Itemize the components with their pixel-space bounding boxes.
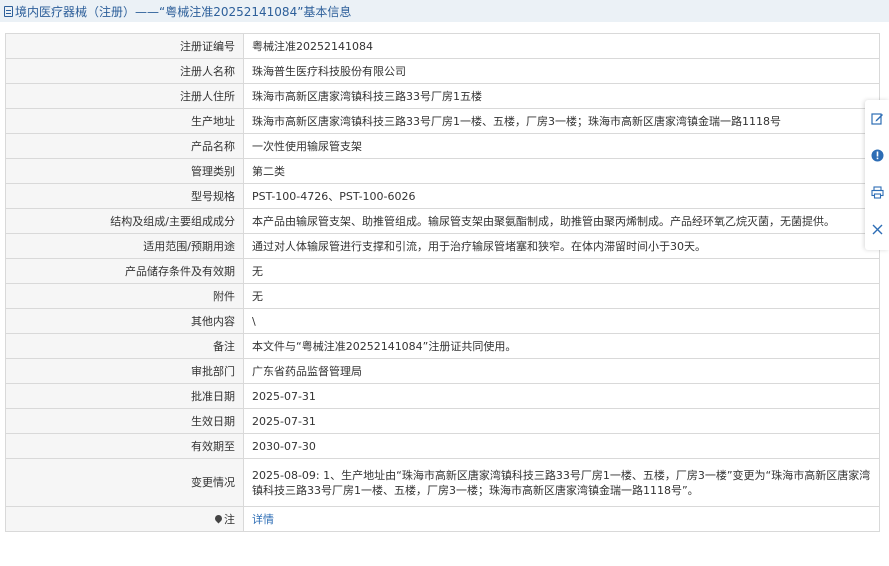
- row-label: 产品储存条件及有效期: [5, 258, 244, 284]
- details-link[interactable]: 详情: [252, 513, 274, 526]
- row-label: 注册人名称: [5, 58, 244, 84]
- row-value: PST-100-4726、PST-100-6026: [243, 183, 880, 209]
- row-label: 批准日期: [5, 383, 244, 409]
- table-row: 其他内容 \: [5, 308, 880, 334]
- document-icon: [4, 5, 13, 17]
- row-label: 有效期至: [5, 433, 244, 459]
- row-value: 无: [243, 283, 880, 309]
- table-row: 管理类别 第二类: [5, 158, 880, 184]
- row-value: 2025-07-31: [243, 408, 880, 434]
- info-icon[interactable]: [871, 149, 884, 162]
- note-label-cell: 注: [5, 506, 244, 532]
- row-label: 备注: [5, 333, 244, 359]
- table-row: 产品储存条件及有效期 无: [5, 258, 880, 284]
- row-value: 2030-07-30: [243, 433, 880, 459]
- table-row: 有效期至 2030-07-30: [5, 433, 880, 459]
- row-label: 产品名称: [5, 133, 244, 159]
- row-value: 广东省药品监督管理局: [243, 358, 880, 384]
- row-label: 结构及组成/主要组成成分: [5, 208, 244, 234]
- note-value-cell: 详情: [243, 506, 880, 532]
- table-row: 附件 无: [5, 283, 880, 309]
- row-value: 2025-07-31: [243, 383, 880, 409]
- row-label: 变更情况: [5, 458, 244, 507]
- table-row: 注册人名称 珠海普生医疗科技股份有限公司: [5, 58, 880, 84]
- row-value: 通过对人体输尿管进行支撑和引流，用于治疗输尿管堵塞和狭窄。在体内滞留时间小于30…: [243, 233, 880, 259]
- row-label: 附件: [5, 283, 244, 309]
- table-row: 产品名称 一次性使用输尿管支架: [5, 133, 880, 159]
- table-row: 备注 本文件与“粤械注准20252141084”注册证共同使用。: [5, 333, 880, 359]
- table-row: 批准日期 2025-07-31: [5, 383, 880, 409]
- row-label: 注册证编号: [5, 33, 244, 59]
- row-value: \: [243, 308, 880, 334]
- row-value: 2025-08-09: 1、生产地址由“珠海市高新区唐家湾镇科技三路33号厂房1…: [243, 458, 880, 507]
- row-label: 注册人住所: [5, 83, 244, 109]
- note-label: 注: [224, 512, 235, 526]
- page-header: 境内医疗器械（注册）——“粤械注准20252141084”基本信息: [0, 0, 889, 22]
- row-value: 本文件与“粤械注准20252141084”注册证共同使用。: [243, 333, 880, 359]
- edit-icon[interactable]: [871, 112, 884, 125]
- table-row: 生效日期 2025-07-31: [5, 408, 880, 434]
- page-title: 境内医疗器械（注册）——“粤械注准20252141084”基本信息: [15, 4, 352, 19]
- pin-icon: [213, 513, 224, 523]
- table-row: 适用范围/预期用途 通过对人体输尿管进行支撑和引流，用于治疗输尿管堵塞和狭窄。在…: [5, 233, 880, 259]
- row-label: 型号规格: [5, 183, 244, 209]
- row-value: 本产品由输尿管支架、助推管组成。输尿管支架由聚氨酯制成，助推管由聚丙烯制成。产品…: [243, 208, 880, 234]
- row-label: 生效日期: [5, 408, 244, 434]
- table-row: 型号规格 PST-100-4726、PST-100-6026: [5, 183, 880, 209]
- row-value: 珠海普生医疗科技股份有限公司: [243, 58, 880, 84]
- row-label: 审批部门: [5, 358, 244, 384]
- table-row: 审批部门 广东省药品监督管理局: [5, 358, 880, 384]
- table-row: 生产地址 珠海市高新区唐家湾镇科技三路33号厂房1一楼、五楼，厂房3一楼；珠海市…: [5, 108, 880, 134]
- row-value: 第二类: [243, 158, 880, 184]
- row-label: 适用范围/预期用途: [5, 233, 244, 259]
- row-label: 其他内容: [5, 308, 244, 334]
- table-row: 注册人住所 珠海市高新区唐家湾镇科技三路33号厂房1五楼: [5, 83, 880, 109]
- row-label: 管理类别: [5, 158, 244, 184]
- row-value: 无: [243, 258, 880, 284]
- row-value: 一次性使用输尿管支架: [243, 133, 880, 159]
- print-icon[interactable]: [871, 186, 884, 199]
- table-row: 注册证编号 粤械注准20252141084: [5, 33, 880, 59]
- info-table: 注册证编号 粤械注准20252141084 注册人名称 珠海普生医疗科技股份有限…: [5, 33, 880, 532]
- side-toolbar: [865, 100, 889, 250]
- row-label: 生产地址: [5, 108, 244, 134]
- table-row: 结构及组成/主要组成成分 本产品由输尿管支架、助推管组成。输尿管支架由聚氨酯制成…: [5, 208, 880, 234]
- close-icon[interactable]: [871, 223, 884, 236]
- row-value: 珠海市高新区唐家湾镇科技三路33号厂房1一楼、五楼，厂房3一楼；珠海市高新区唐家…: [243, 108, 880, 134]
- row-value: 珠海市高新区唐家湾镇科技三路33号厂房1五楼: [243, 83, 880, 109]
- table-row: 变更情况 2025-08-09: 1、生产地址由“珠海市高新区唐家湾镇科技三路3…: [5, 458, 880, 507]
- row-value: 粤械注准20252141084: [243, 33, 880, 59]
- table-row-note: 注 详情: [5, 506, 880, 532]
